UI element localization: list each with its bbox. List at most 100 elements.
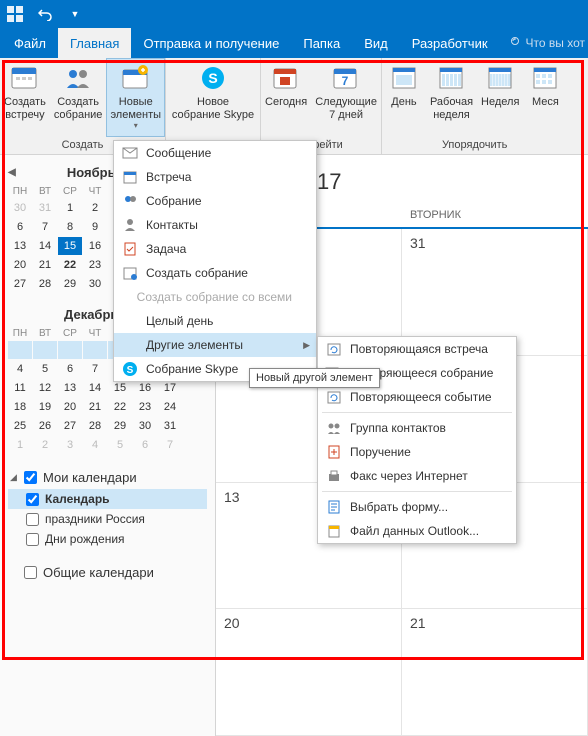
calendar-item[interactable]: Дни рождения bbox=[8, 529, 207, 549]
undo-icon[interactable] bbox=[34, 3, 56, 25]
minical-day[interactable]: 18 bbox=[8, 398, 32, 416]
minical-day[interactable]: 25 bbox=[8, 417, 32, 435]
minical-day[interactable]: 2 bbox=[83, 199, 107, 217]
minical-day[interactable]: 20 bbox=[58, 398, 82, 416]
minical-day[interactable]: 7 bbox=[33, 218, 57, 236]
my-calendars-header[interactable]: ◢ Мои календари bbox=[8, 466, 207, 489]
workweek-view-button[interactable]: Рабочая неделя bbox=[426, 58, 477, 137]
week-view-button[interactable]: Неделя bbox=[477, 58, 523, 137]
minical-day[interactable]: 27 bbox=[8, 275, 32, 293]
calendar-item[interactable]: Календарь bbox=[8, 489, 207, 509]
submenu-item[interactable]: Группа контактов bbox=[318, 416, 516, 440]
calendar-checkbox[interactable] bbox=[26, 513, 39, 526]
calendar-checkbox[interactable] bbox=[26, 533, 39, 546]
minical-day[interactable] bbox=[58, 341, 82, 359]
minical-day[interactable]: 20 bbox=[8, 256, 32, 274]
submenu-item[interactable]: Поручение bbox=[318, 440, 516, 464]
minical-day[interactable]: 23 bbox=[83, 256, 107, 274]
tab-view[interactable]: Вид bbox=[352, 28, 400, 58]
minical-day[interactable]: 2 bbox=[33, 436, 57, 454]
minical-day[interactable]: 4 bbox=[83, 436, 107, 454]
shared-calendars-header[interactable]: ◢ Общие календари bbox=[8, 561, 207, 584]
today-button[interactable]: Сегодня bbox=[261, 58, 311, 137]
new-meeting-button[interactable]: Создать собрание bbox=[50, 58, 107, 137]
next7days-button[interactable]: 7 Следующие 7 дней bbox=[311, 58, 381, 137]
minical-day[interactable]: 23 bbox=[133, 398, 157, 416]
minical-day[interactable]: 24 bbox=[158, 398, 182, 416]
prev-month-icon[interactable]: ◀ bbox=[8, 167, 16, 178]
new-items-button[interactable]: Новые элементы▾ bbox=[106, 58, 165, 137]
menu-item[interactable]: Собрание bbox=[114, 189, 316, 213]
minical-day[interactable]: 3 bbox=[58, 436, 82, 454]
minical-day[interactable]: 29 bbox=[108, 417, 132, 435]
minical-day[interactable] bbox=[8, 341, 32, 359]
minical-day[interactable]: 12 bbox=[33, 379, 57, 397]
submenu-item[interactable]: Файл данных Outlook... bbox=[318, 519, 516, 543]
minical-day[interactable]: 26 bbox=[33, 417, 57, 435]
minical-day[interactable]: 21 bbox=[33, 256, 57, 274]
minical-day[interactable]: 22 bbox=[58, 256, 82, 274]
minical-day[interactable]: 6 bbox=[58, 360, 82, 378]
minical-day[interactable]: 30 bbox=[83, 275, 107, 293]
minical-day[interactable]: 15 bbox=[58, 237, 82, 255]
calendar-cell[interactable]: 21 bbox=[402, 609, 588, 736]
tab-developer[interactable]: Разработчик bbox=[400, 28, 500, 58]
menu-item[interactable]: Сообщение bbox=[114, 141, 316, 165]
minical-day[interactable]: 14 bbox=[83, 379, 107, 397]
minical-day[interactable]: 4 bbox=[8, 360, 32, 378]
minical-day[interactable]: 14 bbox=[33, 237, 57, 255]
minical-day[interactable]: 5 bbox=[108, 436, 132, 454]
minical-day[interactable]: 13 bbox=[8, 237, 32, 255]
menu-item[interactable]: Встреча bbox=[114, 165, 316, 189]
month-view-button[interactable]: Меся bbox=[523, 58, 567, 137]
minical-day[interactable]: 28 bbox=[33, 275, 57, 293]
tell-me-search[interactable]: Что вы хот bbox=[508, 36, 585, 50]
menu-item[interactable]: Контакты bbox=[114, 213, 316, 237]
minical-day[interactable]: 22 bbox=[108, 398, 132, 416]
new-appointment-button[interactable]: Создать встречу bbox=[0, 58, 50, 137]
submenu-item[interactable]: Повторяющаяся встреча bbox=[318, 337, 516, 361]
tab-file[interactable]: Файл bbox=[2, 28, 58, 58]
minical-day[interactable]: 30 bbox=[8, 199, 32, 217]
minical-day[interactable]: 7 bbox=[158, 436, 182, 454]
minical-day[interactable]: 28 bbox=[83, 417, 107, 435]
minical-day[interactable]: 31 bbox=[158, 417, 182, 435]
menu-item[interactable]: Другие элементы▶ bbox=[114, 333, 316, 357]
minical-day[interactable]: 6 bbox=[8, 218, 32, 236]
minical-day[interactable]: 13 bbox=[58, 379, 82, 397]
submenu-item[interactable]: Выбрать форму... bbox=[318, 495, 516, 519]
minical-day[interactable]: 7 bbox=[83, 360, 107, 378]
submenu-item[interactable]: Повторяющееся событие bbox=[318, 385, 516, 409]
tab-home[interactable]: Главная bbox=[58, 28, 131, 58]
minical-day[interactable]: 11 bbox=[8, 379, 32, 397]
minical-day[interactable]: 5 bbox=[33, 360, 57, 378]
minical-day[interactable]: 19 bbox=[33, 398, 57, 416]
tab-folder[interactable]: Папка bbox=[291, 28, 352, 58]
qat-dropdown-icon[interactable]: ▼ bbox=[64, 3, 86, 25]
minical-day[interactable]: 30 bbox=[133, 417, 157, 435]
skype-meeting-button[interactable]: S Новое собрание Skype bbox=[166, 58, 260, 149]
calendar-item[interactable]: праздники Россия bbox=[8, 509, 207, 529]
menu-item[interactable]: Целый день bbox=[114, 309, 316, 333]
minical-day[interactable]: 1 bbox=[58, 199, 82, 217]
tab-sendreceive[interactable]: Отправка и получение bbox=[131, 28, 291, 58]
minical-day[interactable]: 9 bbox=[83, 218, 107, 236]
minical-day[interactable]: 8 bbox=[58, 218, 82, 236]
menu-item[interactable]: Задача bbox=[114, 237, 316, 261]
minical-day[interactable]: 27 bbox=[58, 417, 82, 435]
minical-day[interactable]: 29 bbox=[58, 275, 82, 293]
minical-day[interactable]: 6 bbox=[133, 436, 157, 454]
minical-day[interactable]: 1 bbox=[8, 436, 32, 454]
minical-day[interactable]: 21 bbox=[83, 398, 107, 416]
my-calendars-checkbox[interactable] bbox=[24, 471, 37, 484]
minical-day[interactable]: 16 bbox=[83, 237, 107, 255]
calendar-cell[interactable]: 20 bbox=[216, 609, 402, 736]
menu-item[interactable]: Создать собрание bbox=[114, 261, 316, 285]
minical-day[interactable]: 31 bbox=[33, 199, 57, 217]
shared-calendars-checkbox[interactable] bbox=[24, 566, 37, 579]
day-view-button[interactable]: День bbox=[382, 58, 426, 137]
calendar-checkbox[interactable] bbox=[26, 493, 39, 506]
minical-day[interactable] bbox=[33, 341, 57, 359]
submenu-item[interactable]: Факс через Интернет bbox=[318, 464, 516, 488]
qat-app-icon[interactable] bbox=[4, 3, 26, 25]
